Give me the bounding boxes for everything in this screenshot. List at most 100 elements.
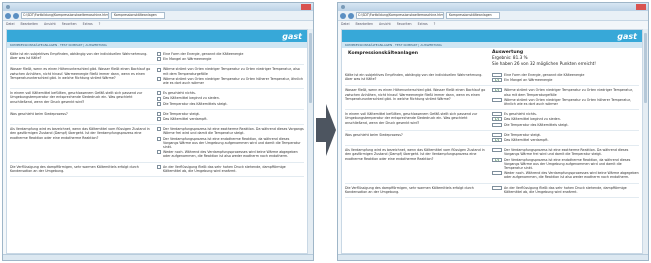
menu-item[interactable]: Bearbeiten [356, 22, 374, 26]
score-box: 1/1 [492, 138, 502, 143]
menu-item[interactable]: Bearbeiten [21, 22, 39, 26]
question-list: Kälte ist ein subjektives Empfinden, abh… [7, 48, 307, 179]
menu-item[interactable]: ? [99, 22, 101, 26]
right-arrow-icon [316, 104, 336, 156]
answer-option[interactable]: Eine Form der Energie, genannt die Kälte… [157, 52, 304, 57]
answer-option[interactable]: Die Temperatur des Kältemittels steigt. [157, 102, 304, 106]
answer-options: An der Verflüssigung fließt das sehr hoh… [492, 185, 639, 195]
scrollbar-thumb[interactable] [644, 33, 647, 103]
menu-item[interactable]: Ansicht [379, 22, 391, 26]
answer-option[interactable]: 1/1 Das Kältemittel beginnt zu sieden. [492, 117, 639, 122]
answer-checkbox[interactable] [157, 112, 161, 117]
question-text: Wasser fließt, wenn es einen Höhenunters… [345, 88, 486, 101]
menu-item[interactable]: Favoriten [397, 22, 412, 26]
close-window-button[interactable] [301, 4, 311, 10]
question-text: In einem voll Kältemittel befüllten, ges… [10, 91, 143, 104]
navigation-bar: C:\SDT\Fortbildung\Kompressionskaeltemas… [3, 11, 313, 21]
answer-option[interactable]: 1/1 Der Verdampfungsprozess ist eine endo… [492, 157, 639, 171]
answer-options: 1/1 Wärme strömt von Orten niedriger Temp… [492, 88, 639, 107]
answer-label: Die Temperatur des Kältemittels steigt. [504, 122, 569, 127]
menu-item[interactable]: Favoriten [62, 22, 77, 26]
address-bar[interactable]: C:\SDT\Fortbildung\Kompressionskaeltemas… [21, 12, 109, 19]
page-header: gast [342, 30, 642, 42]
menu-item[interactable]: Extras [418, 22, 428, 26]
answer-option[interactable]: Weder noch. Während des Verdampfungsproz… [157, 150, 304, 158]
result-block: Auswertung Ergebnis: 81.3 % Sie haben 26… [492, 50, 636, 66]
forward-icon[interactable] [13, 12, 19, 19]
question-row: Was geschieht beim Siedeprozess? Die Temp… [345, 131, 639, 147]
answer-label: Der Verdampfungsprozess ist eine exother… [163, 127, 304, 136]
browser-tab[interactable]: Kompressionskälteanlagen [446, 12, 500, 19]
answer-label: Es geschieht nichts. [504, 112, 537, 117]
answer-option[interactable]: Die Temperatur steigt. [492, 132, 639, 137]
answer-label: Die Temperatur steigt. [163, 111, 200, 116]
answer-checkbox[interactable] [157, 96, 161, 101]
answer-option[interactable]: Die Temperatur steigt. [157, 111, 304, 117]
answer-label: Die Temperatur des Kältemittels steigt. [163, 101, 228, 106]
answer-option[interactable]: Wärme strömt von Orten niedriger Tempera… [157, 77, 304, 85]
answer-option[interactable]: Eine Form der Energie, genannt die Kälte… [492, 73, 639, 77]
forward-icon[interactable] [348, 12, 354, 19]
browser-tab[interactable]: Kompressionskälteanlagen [111, 12, 165, 19]
question-row: Kälte ist ein subjektives Empfinden, abh… [345, 71, 639, 87]
answer-option[interactable]: Es geschieht nichts. [157, 91, 304, 96]
answer-checkbox[interactable] [157, 77, 161, 81]
answer-checkbox[interactable] [157, 91, 161, 96]
scrollbar-thumb[interactable] [309, 33, 312, 103]
back-icon[interactable] [5, 12, 11, 19]
scrollbar[interactable] [308, 29, 313, 254]
menu-item[interactable]: Extras [83, 22, 93, 26]
answer-checkbox[interactable] [157, 136, 161, 141]
answer-checkbox[interactable] [157, 117, 161, 122]
question-text: In einem voll Kältemittel befüllten, ges… [345, 112, 478, 125]
answer-options: Eine Form der Energie, genannt die Kälte… [492, 73, 639, 83]
gast-logo: gast [617, 31, 637, 41]
menu-item[interactable]: Datei [6, 22, 15, 26]
answer-option[interactable]: Wärme strömt von Orten niedriger Tempera… [157, 67, 304, 76]
answer-option[interactable]: An der Verflüssigung fließt das sehr hoh… [157, 165, 304, 173]
menu-item[interactable]: Datei [341, 22, 350, 26]
answer-options: Die Temperatur steigt. Das Kältemittel ve… [157, 112, 304, 122]
browser-window-evaluation: C:\SDT\Fortbildung\Kompressionskaeltemas… [337, 2, 649, 261]
answer-option[interactable]: 1/1 Das Kältemittel verdampft. [492, 138, 639, 143]
answer-checkbox[interactable] [157, 57, 161, 62]
answer-checkbox[interactable] [157, 150, 161, 155]
answer-option[interactable]: Das Kältemittel verdampft. [157, 117, 304, 122]
answer-option[interactable]: Der Verdampfungsprozess ist eine exother… [492, 148, 639, 156]
answer-checkbox[interactable] [157, 127, 161, 132]
answer-label: Der Verdampfungsprozess ist eine endothe… [163, 136, 301, 150]
answer-option[interactable]: An der Verflüssigung fließt das sehr hoh… [492, 185, 639, 194]
scrollbar[interactable] [643, 29, 648, 254]
score-box [492, 185, 502, 190]
answer-checkbox[interactable] [157, 101, 161, 106]
answer-options: Die Temperatur steigt. 1/1 Das Kältemittel… [492, 132, 639, 143]
answer-label: An der Verflüssigung fließt das sehr hoh… [504, 185, 627, 194]
answer-checkbox[interactable] [157, 52, 161, 57]
question-text: Kälte ist ein subjektives Empfinden, abh… [10, 52, 148, 61]
answer-option[interactable]: 1/1 Wärme strömt von Orten niedriger Temp… [492, 88, 639, 97]
question-text: Was geschieht beim Siedeprozess? [345, 132, 403, 137]
navigation-bar: C:\SDT\Fortbildung\Kompressionskaeltemas… [338, 11, 648, 21]
answer-option[interactable]: Das Kältemittel beginnt zu sieden. [157, 96, 304, 101]
answer-option[interactable]: Der Verdampfungsprozess ist eine endothe… [157, 137, 304, 150]
answer-option[interactable]: 1/1 Ein Mangel an Wärmeenergie [492, 78, 639, 83]
question-row: Die Verflüssigung des dampfförmigen, seh… [345, 184, 639, 199]
score-box: 1/1 [492, 157, 502, 162]
answer-options: Wärme strömt von Orten niedriger Tempera… [157, 67, 304, 86]
answer-option[interactable]: Ein Mangel an Wärmeenergie [157, 57, 304, 62]
close-window-button[interactable] [636, 4, 646, 10]
answer-checkbox[interactable] [157, 67, 161, 72]
score-box: 1/1 [492, 117, 502, 122]
menu-item[interactable]: ? [434, 22, 436, 26]
back-icon[interactable] [340, 12, 346, 19]
menu-item[interactable]: Ansicht [44, 22, 56, 26]
address-bar[interactable]: C:\SDT\Fortbildung\Kompressionskaeltemas… [356, 12, 444, 19]
question-text: Kälte ist ein subjektives Empfinden, abh… [345, 73, 483, 82]
answer-option[interactable]: Der Verdampfungsprozess ist eine exother… [157, 127, 304, 135]
answer-option[interactable]: Weder noch. Während des Verdampfungsproz… [492, 171, 639, 179]
answer-option[interactable]: Es geschieht nichts. [492, 112, 639, 117]
answer-option[interactable]: Die Temperatur des Kältemittels steigt. [492, 122, 639, 127]
answer-checkbox[interactable] [157, 164, 161, 169]
answer-option[interactable]: Wärme strömt von Orten niedriger Tempera… [492, 97, 639, 106]
question-text: Was geschieht beim Siedeprozess? [10, 111, 68, 116]
